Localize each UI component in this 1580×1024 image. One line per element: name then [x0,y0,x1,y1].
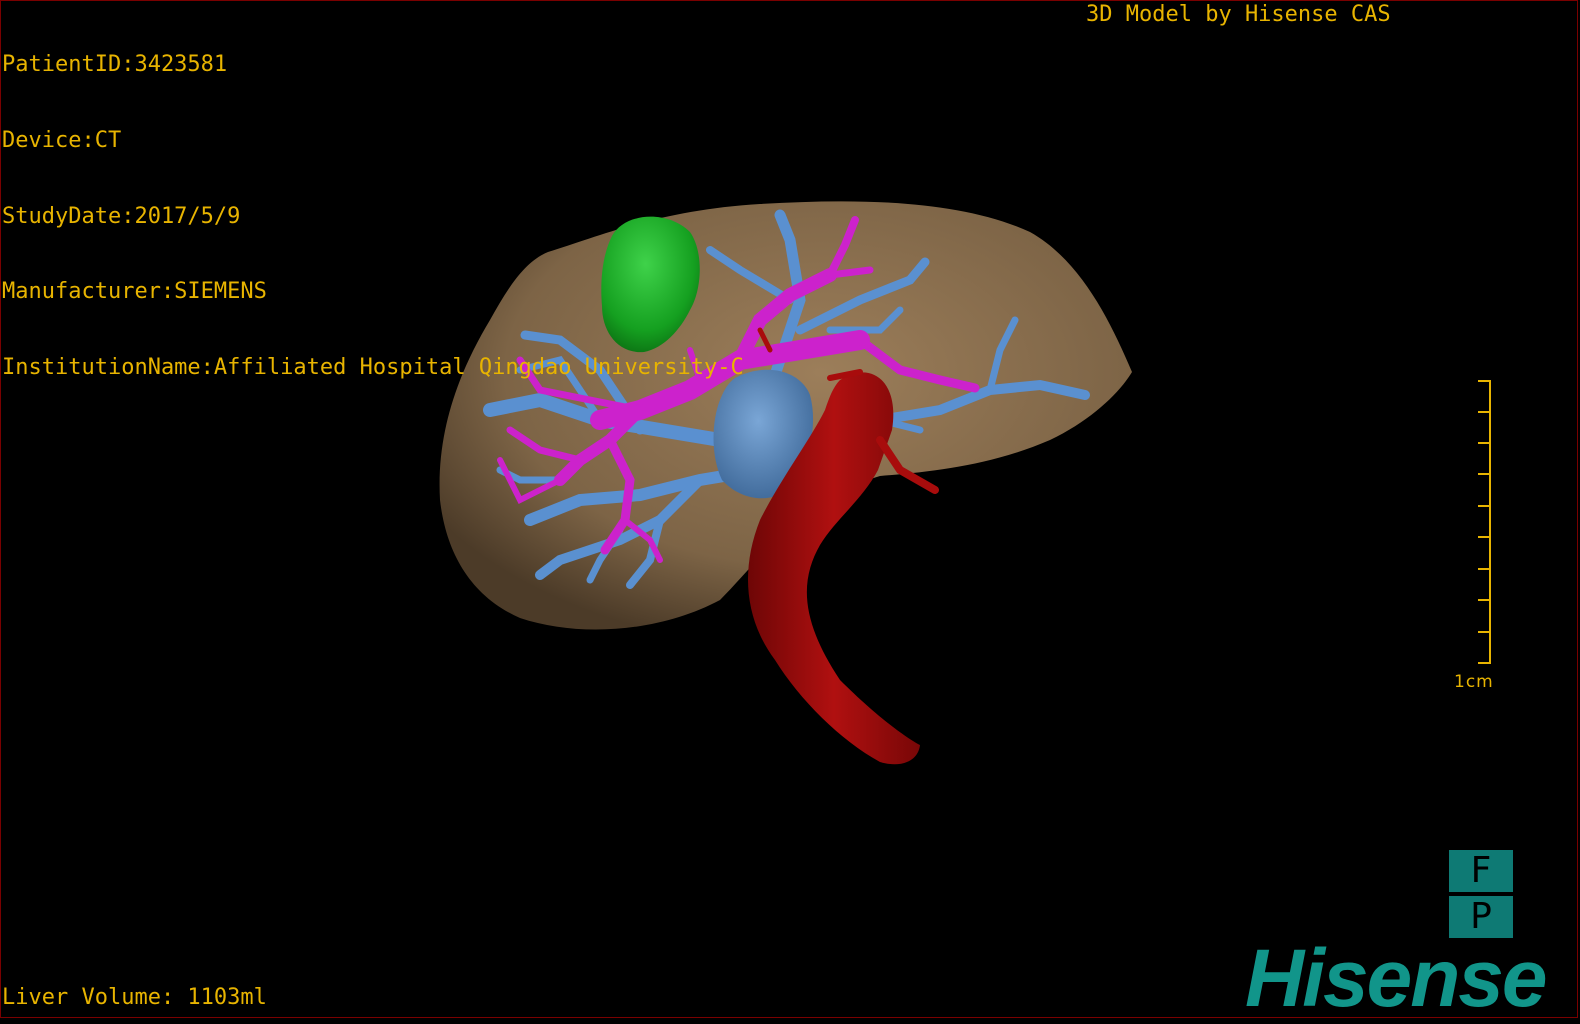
dicom-info-overlay: PatientID:3423581 Device:CT StudyDate:20… [2,2,744,405]
hisense-logo: Hisense [1245,933,1548,1024]
patient-id-text: PatientID:3423581 [2,52,228,78]
orientation-cube[interactable]: F P [1449,850,1513,938]
model-title-text: 3D Model by Hisense CAS [1086,2,1391,27]
scale-bar [1478,380,1491,664]
scale-bar-label: 1cm [1454,672,1494,692]
liver-volume-text: Liver Volume: 1103ml [2,985,267,1010]
manufacturer-text: Manufacturer:SIEMENS [2,279,267,305]
orientation-face-bottom: P [1449,896,1513,938]
institution-text: InstitutionName:Affiliated Hospital Qing… [2,354,744,380]
study-date-text: StudyDate:2017/5/9 [2,203,241,229]
device-text: Device:CT [2,128,122,153]
orientation-face-top: F [1449,850,1513,892]
